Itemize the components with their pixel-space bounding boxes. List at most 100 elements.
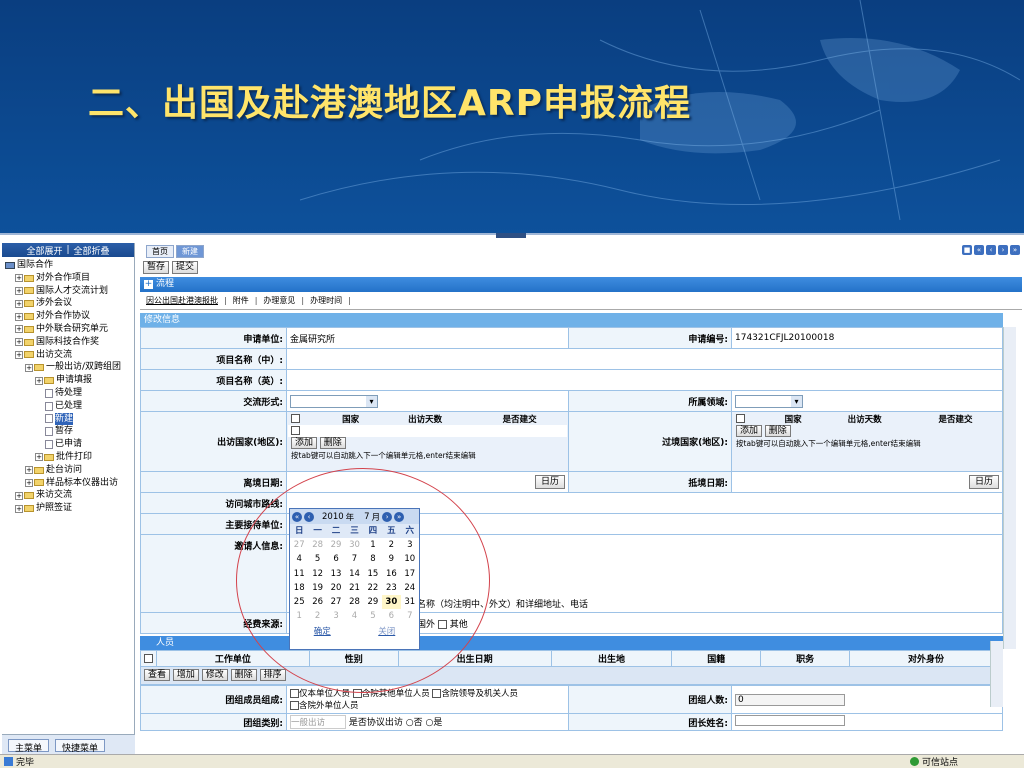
main-menu-tab[interactable]: 主菜单 xyxy=(8,739,50,754)
row-checkbox[interactable] xyxy=(291,426,300,435)
calendar-day[interactable]: 1 xyxy=(290,609,308,623)
expand-toggle-icon[interactable]: + xyxy=(15,350,23,359)
calendar-day[interactable]: 3 xyxy=(327,609,345,623)
calendar-day[interactable]: 26 xyxy=(308,595,326,609)
calendar-day[interactable]: 27 xyxy=(290,538,308,552)
field-select[interactable] xyxy=(735,394,803,408)
add-transit-button[interactable]: 添加 xyxy=(736,424,763,437)
tree-node[interactable]: 待处理 xyxy=(5,387,131,400)
window-grip[interactable] xyxy=(496,233,526,238)
expand-plus-icon[interactable]: + xyxy=(144,280,153,289)
tree-node[interactable]: + 国际科技合作奖 xyxy=(5,336,131,349)
calendar-day[interactable]: 23 xyxy=(382,581,400,595)
calendar-day[interactable]: 14 xyxy=(345,567,363,581)
next-year-icon[interactable]: » xyxy=(394,511,405,522)
calendar-day[interactable]: 24 xyxy=(401,581,419,595)
calendar-day[interactable]: 15 xyxy=(364,567,382,581)
select-all-checkbox[interactable] xyxy=(291,414,300,423)
group-opt-cas-checkbox[interactable] xyxy=(352,688,362,698)
expand-toggle-icon[interactable]: + xyxy=(15,325,23,334)
calendar-day[interactable]: 31 xyxy=(401,595,419,609)
calendar-day[interactable]: 4 xyxy=(345,609,363,623)
expand-toggle-icon[interactable]: + xyxy=(15,312,23,321)
group-count-input[interactable]: 0 xyxy=(735,693,845,706)
calendar-day[interactable]: 13 xyxy=(327,567,345,581)
tree-node[interactable]: 已申请 xyxy=(5,438,131,451)
leader-input[interactable] xyxy=(735,715,845,726)
calendar-day[interactable]: 1 xyxy=(364,538,382,552)
add-person-button[interactable]: 增加 xyxy=(172,669,199,681)
tree-node[interactable]: + 对外合作协议 xyxy=(5,310,131,323)
tree-node[interactable]: + 一般出访/双跨组团 xyxy=(5,361,131,374)
calendar-day[interactable]: 21 xyxy=(345,581,363,595)
expand-toggle-icon[interactable]: + xyxy=(15,299,23,308)
expand-toggle-icon[interactable]: + xyxy=(15,286,23,295)
form-scrollbar[interactable] xyxy=(1003,327,1016,649)
prev-year-icon[interactable]: « xyxy=(292,511,302,522)
group-type-select[interactable]: 一般出访 xyxy=(290,715,346,729)
expand-toggle-icon[interactable]: + xyxy=(25,466,33,475)
expand-toggle-icon[interactable]: + xyxy=(15,274,23,283)
expand-toggle-icon[interactable]: + xyxy=(35,376,43,385)
calendar-day[interactable]: 19 xyxy=(308,581,326,595)
last-tab-icon[interactable]: » xyxy=(1010,245,1020,255)
collapse-all-link[interactable]: 全部折叠 xyxy=(74,244,110,257)
subtab-attachment[interactable]: 附件 xyxy=(233,295,249,306)
calendar-day[interactable]: 28 xyxy=(308,538,326,552)
tab-list-icon[interactable]: ■ xyxy=(962,245,972,255)
add-country-button[interactable]: 添加 xyxy=(291,436,318,449)
arrive-calendar-button[interactable]: 日历 xyxy=(968,475,999,489)
next-month-icon[interactable]: › xyxy=(382,511,393,522)
tree-node[interactable]: 已处理 xyxy=(5,400,131,413)
calendar-day[interactable]: 27 xyxy=(327,595,345,609)
exchange-form-select[interactable] xyxy=(290,394,378,408)
calendar-day[interactable]: 28 xyxy=(345,595,363,609)
calendar-day[interactable]: 2 xyxy=(382,538,400,552)
calendar-day[interactable]: 8 xyxy=(364,552,382,566)
delete-country-button[interactable]: 删除 xyxy=(319,436,346,449)
tree-node[interactable]: + 赴台访问 xyxy=(5,464,131,477)
calendar-close-button[interactable]: 关闭 xyxy=(378,625,395,637)
edit-person-button[interactable]: 修改 xyxy=(201,669,228,681)
calendar-day[interactable]: 5 xyxy=(364,609,382,623)
persons-select-all[interactable] xyxy=(144,653,153,663)
calendar-day[interactable]: 6 xyxy=(382,609,400,623)
tree-node[interactable]: + 样品标本仪器出访 xyxy=(5,477,131,490)
tree-node[interactable]: + 中外联合研究单元 xyxy=(5,323,131,336)
persons-scrollbar[interactable] xyxy=(990,641,1003,707)
calendar-day[interactable]: 3 xyxy=(401,538,419,552)
calendar-day[interactable]: 29 xyxy=(364,595,382,609)
tree-node[interactable]: + 批件打印 xyxy=(5,451,131,464)
depart-date-input[interactable]: 日历 xyxy=(286,471,569,493)
calendar-day[interactable]: 29 xyxy=(327,538,345,552)
expand-toggle-icon[interactable]: + xyxy=(35,453,43,462)
tree-node[interactable]: + 护照签证 xyxy=(5,502,131,515)
subtab-approval[interactable]: 因公出国赴港澳报批 xyxy=(146,295,218,306)
project-cn-input[interactable] xyxy=(286,348,1003,370)
tab-home[interactable]: 首页 xyxy=(146,244,174,258)
calendar-day[interactable]: 25 xyxy=(290,595,308,609)
tree-node[interactable]: + 出访交流 xyxy=(5,349,131,362)
expand-toggle-icon[interactable]: + xyxy=(15,504,23,513)
expand-all-link[interactable]: 全部展开 xyxy=(26,244,62,257)
tree-node[interactable]: + 申请填报 xyxy=(5,374,131,387)
calendar-day[interactable]: 20 xyxy=(327,581,345,595)
arrive-date-input[interactable]: 日历 xyxy=(731,471,1003,493)
delete-person-button[interactable]: 删除 xyxy=(230,669,257,681)
first-tab-icon[interactable]: « xyxy=(974,245,984,255)
calendar-day[interactable]: 9 xyxy=(382,552,400,566)
save-draft-button[interactable]: 暂存 xyxy=(143,260,170,274)
group-opt-own-checkbox[interactable] xyxy=(290,688,299,698)
transit-select-all-checkbox[interactable] xyxy=(736,414,745,423)
tab-new[interactable]: 新建 xyxy=(176,244,204,258)
calendar-day[interactable]: 18 xyxy=(290,581,308,595)
calendar-day[interactable]: 22 xyxy=(364,581,382,595)
view-person-button[interactable]: 查看 xyxy=(144,669,171,681)
tree-node[interactable]: 新建 xyxy=(5,412,131,426)
tree-node[interactable]: + 涉外会议 xyxy=(5,297,131,310)
calendar-day[interactable]: 30 xyxy=(345,538,363,552)
calendar-day[interactable]: 16 xyxy=(382,567,400,581)
group-opt-external-checkbox[interactable] xyxy=(290,700,299,710)
tree-node[interactable]: + 国际人才交流计划 xyxy=(5,285,131,298)
calendar-day[interactable]: 17 xyxy=(401,567,419,581)
